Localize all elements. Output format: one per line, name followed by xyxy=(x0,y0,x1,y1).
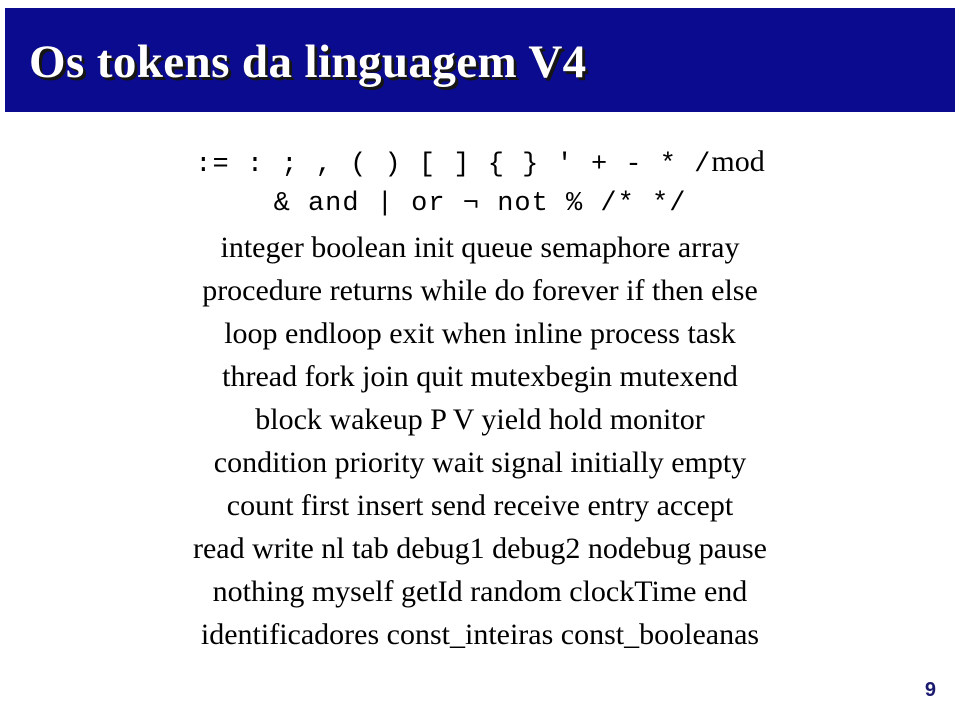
token-line-serif-segment: mod xyxy=(711,145,765,178)
token-line-control-flow-one: procedure returns while do forever if th… xyxy=(202,274,758,307)
token-line-operators-punctuation: := : ; , ( ) [ ] { } ' + - * /mod xyxy=(0,140,960,183)
token-line-concurrency-one: thread fork join quit mutexbegin mutexen… xyxy=(222,360,738,393)
token-line-synchronization: condition priority wait signal initially… xyxy=(213,446,747,479)
title-banner: Os tokens da linguagem V4 xyxy=(5,8,955,112)
token-line-types-and-structures: integer boolean init queue semaphore arr… xyxy=(220,231,740,264)
slide: Os tokens da linguagem V4 := : ; , ( ) [… xyxy=(0,0,960,712)
token-line-messaging: count first insert send receive entry ac… xyxy=(226,489,734,522)
page-title: Os tokens da linguagem V4 xyxy=(29,36,587,88)
token-line-literals: identificadores const_inteiras const_boo… xyxy=(200,618,760,651)
token-line-logical-operators-comments: & and | or ¬ not % /* */ xyxy=(273,189,687,219)
token-line-concurrency-two: block wakeup P V yield hold monitor xyxy=(255,403,705,436)
page-number: 9 xyxy=(924,679,936,701)
token-list: := : ; , ( ) [ ] { } ' + - * /mod & and … xyxy=(0,140,960,656)
token-line-control-flow-two: loop endloop exit when inline process ta… xyxy=(224,317,736,350)
token-line-io-and-debug: read write nl tab debug1 debug2 nodebug … xyxy=(193,532,767,565)
token-line-builtins: nothing myself getId random clockTime en… xyxy=(212,575,748,608)
token-line-mono-segment: := : ; , ( ) [ ] { } ' + - * / xyxy=(195,150,712,180)
